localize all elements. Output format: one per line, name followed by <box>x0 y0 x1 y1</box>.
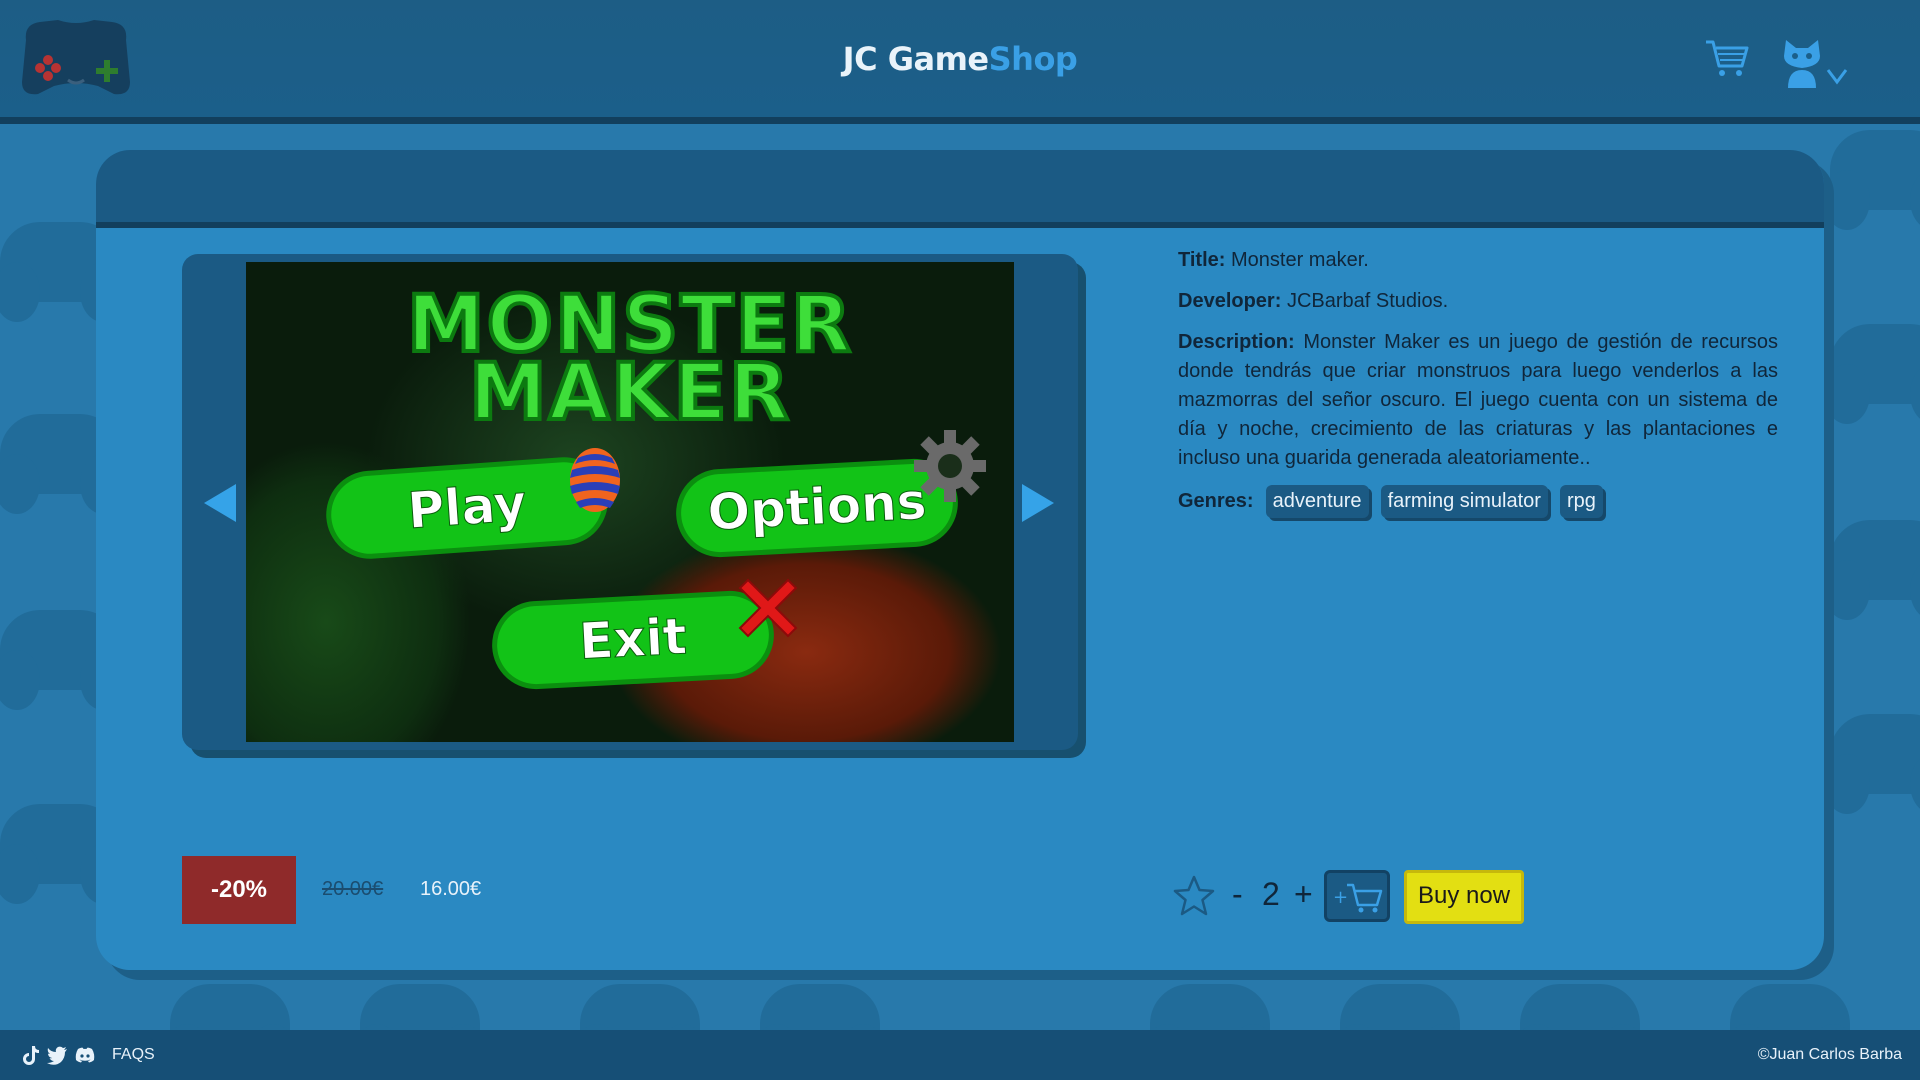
quantity-value: 2 <box>1262 876 1280 912</box>
quantity-decrement-button[interactable]: - <box>1232 874 1243 914</box>
genre-tag-rpg[interactable]: rpg <box>1559 485 1603 518</box>
site-title[interactable]: JC GameShop <box>0 40 1920 78</box>
add-to-cart-button[interactable]: + <box>1324 870 1390 922</box>
cart-icon[interactable] <box>1704 38 1750 78</box>
star-icon[interactable] <box>1172 874 1216 918</box>
product-title: Monster maker. <box>1230 249 1369 271</box>
game-screenshot: MONSTER MAKER Play Options Exit <box>246 262 1014 742</box>
carousel-prev-arrow-icon[interactable] <box>204 484 236 522</box>
quantity-increment-button[interactable]: + <box>1294 874 1313 914</box>
genre-tag-adventure[interactable]: adventure <box>1265 485 1369 518</box>
genre-tag-farming-simulator[interactable]: farming simulator <box>1380 485 1548 518</box>
discord-icon[interactable] <box>74 1044 96 1066</box>
background-gamepad-icon <box>1514 984 1646 1030</box>
gear-icon <box>914 430 986 502</box>
background-gamepad-icon <box>164 984 296 1030</box>
title-label: Title: <box>1178 249 1226 271</box>
copyright-text: ©Juan Carlos Barba <box>1757 1046 1902 1063</box>
original-price: 20.00€ <box>322 878 384 900</box>
background-gamepad-icon <box>1144 984 1276 1030</box>
discounted-price: 16.00€ <box>420 878 482 900</box>
title-row: Title: Monster maker. <box>1178 246 1778 275</box>
background-gamepad-icon <box>1824 714 1920 814</box>
background-gamepad-icon <box>574 984 706 1030</box>
close-icon <box>738 578 798 638</box>
chevron-down-icon <box>1826 69 1848 85</box>
description-label: Description: <box>1178 331 1295 353</box>
background-gamepad-icon <box>1824 324 1920 424</box>
carousel-next-arrow-icon[interactable] <box>1022 484 1054 522</box>
product-developer: JCBarbaf Studios. <box>1286 290 1449 312</box>
discount-badge: -20% <box>182 856 296 924</box>
product-details: Title: Monster maker. Developer: JCBarba… <box>1178 246 1778 518</box>
developer-label: Developer: <box>1178 290 1282 312</box>
site-title-main: JC Game <box>842 40 989 78</box>
site-title-accent: Shop <box>988 40 1078 78</box>
product-card: MONSTER MAKER Play Options Exit Title: M… <box>96 150 1824 970</box>
background-gamepad-icon <box>1724 984 1856 1030</box>
tiktok-icon[interactable] <box>20 1044 42 1066</box>
twitter-icon[interactable] <box>46 1044 68 1066</box>
background-gamepad-icon <box>1824 130 1920 230</box>
faqs-link[interactable]: FAQS <box>112 1046 155 1064</box>
background-gamepad-icon <box>1334 984 1466 1030</box>
svg-text:+: + <box>1333 887 1348 908</box>
screenshot-title-line2: MAKER <box>467 348 791 438</box>
background-gamepad-icon <box>354 984 486 1030</box>
description-row: Description: Monster Maker es un juego d… <box>1178 328 1778 473</box>
card-header <box>96 150 1824 228</box>
site-header: JC GameShop <box>0 0 1920 124</box>
image-carousel: MONSTER MAKER Play Options Exit <box>182 254 1078 750</box>
egg-icon <box>570 448 620 512</box>
buy-now-button[interactable]: Buy now <box>1404 870 1524 924</box>
cat-user-icon[interactable] <box>1780 38 1854 90</box>
genres-label: Genres: <box>1178 490 1254 512</box>
add-cart-icon: + <box>1333 883 1383 913</box>
genres-row: Genres: adventure farming simulator rpg <box>1178 485 1778 518</box>
background-gamepad-icon <box>1824 520 1920 620</box>
developer-row: Developer: JCBarbaf Studios. <box>1178 287 1778 316</box>
background-gamepad-icon <box>754 984 886 1030</box>
site-footer: FAQS ©Juan Carlos Barba <box>0 1030 1920 1080</box>
